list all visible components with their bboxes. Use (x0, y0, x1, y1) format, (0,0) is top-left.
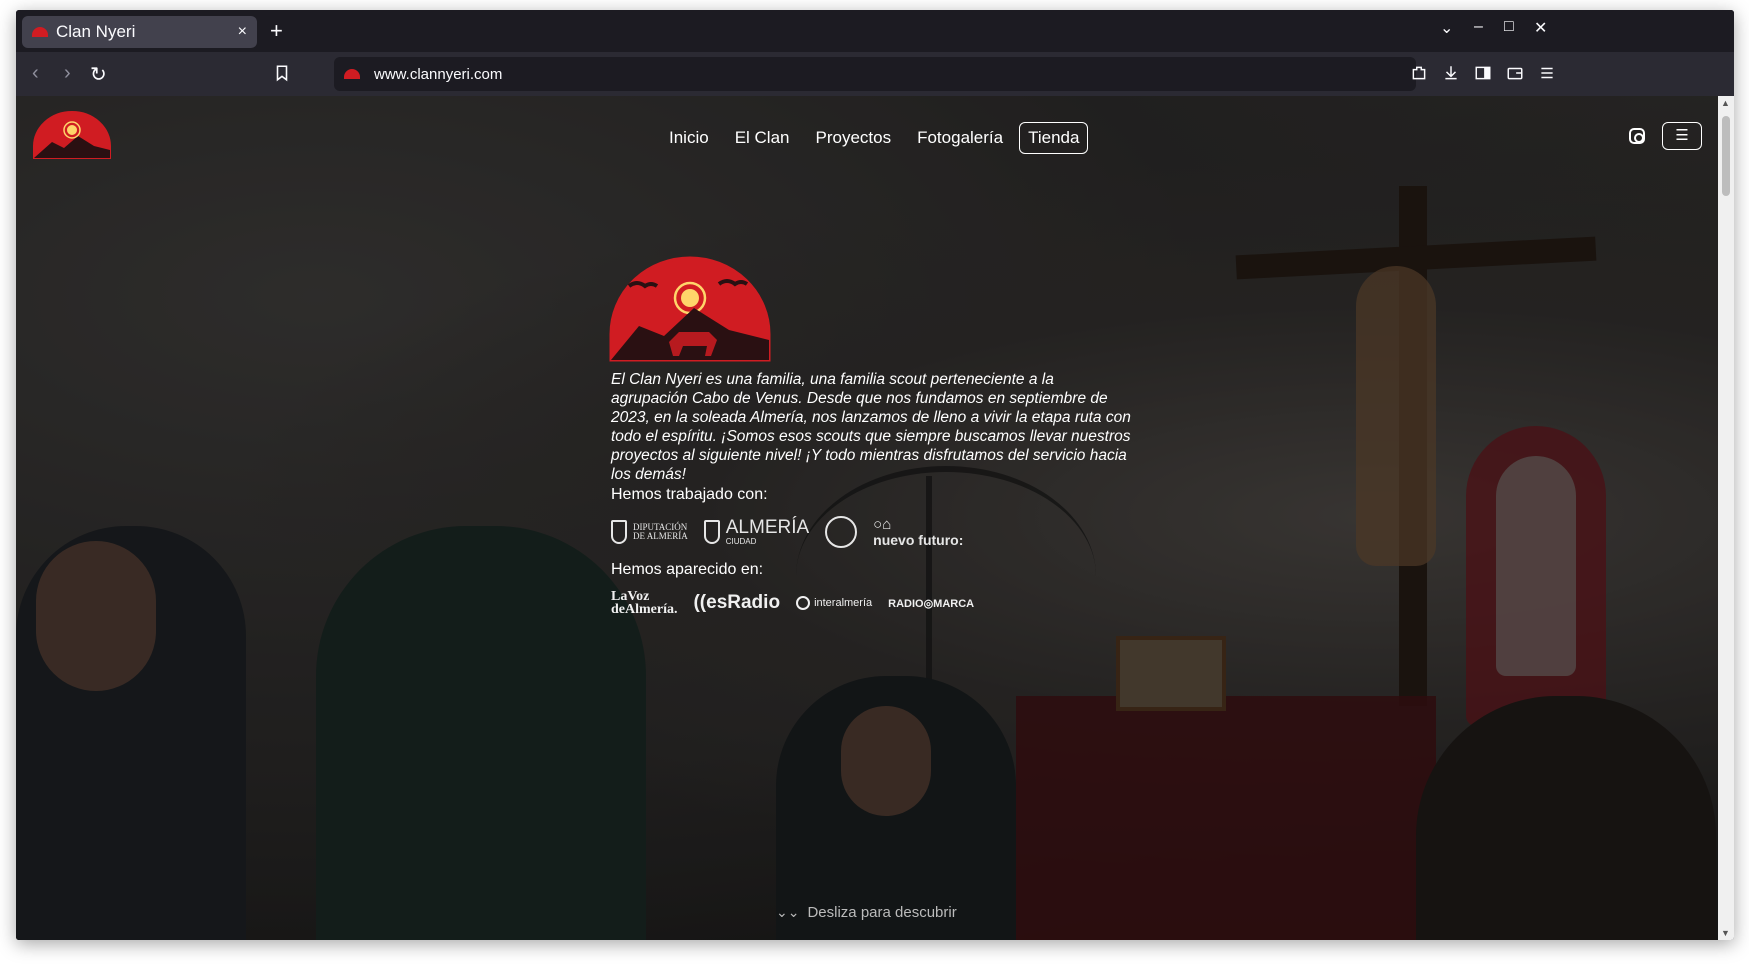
page-scrollbar[interactable]: ▲ ▼ (1718, 96, 1734, 940)
site-logo[interactable] (32, 110, 112, 160)
tab-list-icon[interactable]: ⌄ (1440, 18, 1453, 38)
minimize-button[interactable]: – (1474, 18, 1483, 36)
la-voz-de-almeria-logo: LaVoz deAlmería. (611, 589, 678, 617)
worked-with-label: Hemos trabajado con: (611, 486, 768, 503)
diputacion-almeria-logo: DIPUTACIÓN DE ALMERÍA (611, 520, 688, 544)
site-identity-icon (344, 69, 360, 79)
url-text: www.clannyeri.com (374, 65, 503, 83)
nav-toolbar: ‹ › ↻ www.clannyeri.com (16, 52, 1734, 96)
menu-item-inicio[interactable]: Inicio (669, 128, 709, 148)
media-logos: LaVoz deAlmería. ((esRadio interalmería … (611, 589, 990, 617)
nuevo-futuro-symbol-icon: ○⌂ (873, 515, 892, 533)
new-tab-button[interactable]: + (270, 18, 283, 44)
clan-badge-logo (609, 256, 771, 362)
scroll-up-icon[interactable]: ▲ (1721, 98, 1730, 108)
back-button[interactable]: ‹ (32, 62, 39, 85)
radio-marca-logo: RADIO◎MARCA (888, 597, 975, 610)
instagram-icon[interactable] (1629, 128, 1645, 144)
reload-button[interactable]: ↻ (90, 62, 107, 87)
wallet-icon[interactable] (1506, 64, 1524, 82)
tab-clan-nyeri[interactable]: Clan Nyeri × (22, 16, 257, 48)
forward-button[interactable]: › (64, 62, 71, 85)
main-menu: Inicio El Clan Proyectos Fotogalería Tie… (669, 122, 1089, 154)
menu-item-fotogaleria[interactable]: Fotogalería (917, 128, 1003, 148)
menu-item-el-clan[interactable]: El Clan (735, 128, 790, 148)
almeria-ciudad-logo: ALMERÍA CIUDAD (703, 518, 809, 546)
almeria-crest-icon (703, 520, 720, 544)
esradio-logo: ((esRadio (693, 592, 781, 613)
interalmeria-logo: interalmería (796, 596, 872, 610)
page-viewport: Inicio El Clan Proyectos Fotogalería Tie… (16, 96, 1718, 940)
scroll-hint[interactable]: ⌄⌄ Desliza para descubrir (776, 904, 957, 921)
url-bar[interactable]: www.clannyeri.com (334, 57, 1416, 91)
interalmeria-dot-icon (796, 596, 811, 610)
sidebar-icon[interactable] (1474, 64, 1492, 82)
scrollbar-thumb[interactable] (1722, 116, 1730, 196)
partner-logos: DIPUTACIÓN DE ALMERÍA ALMERÍA CIUDAD ○⌂ … (611, 516, 979, 548)
menu-item-tienda[interactable]: Tienda (1019, 122, 1089, 154)
downloads-icon[interactable] (1442, 64, 1460, 82)
partner-seal-logo (825, 516, 858, 548)
menu-toggle-button[interactable]: ☰ (1662, 122, 1702, 150)
double-chevron-down-icon: ⌄⌄ (776, 904, 800, 920)
app-menu-icon[interactable] (1538, 64, 1556, 82)
tab-title: Clan Nyeri (56, 22, 136, 41)
diputacion-crest-icon (611, 520, 627, 544)
browser-window: Clan Nyeri × + ⌄ – □ ✕ ‹ › ↻ www.clannye… (16, 10, 1734, 940)
scroll-down-icon[interactable]: ▼ (1721, 928, 1730, 938)
maximize-button[interactable]: □ (1504, 18, 1514, 36)
tab-strip: Clan Nyeri × + ⌄ – □ ✕ (16, 10, 1734, 52)
menu-item-proyectos[interactable]: Proyectos (816, 128, 892, 148)
appeared-in-label: Hemos aparecido en: (611, 561, 764, 578)
bookmark-icon[interactable] (273, 64, 291, 82)
extensions-icon[interactable] (1410, 64, 1428, 82)
tab-close-icon[interactable]: × (238, 23, 247, 41)
seal-icon (825, 516, 858, 548)
nuevo-futuro-logo: ○⌂ nuevo futuro: (873, 515, 964, 548)
clan-intro-text: El Clan Nyeri es una familia, una famili… (611, 371, 1131, 483)
site-favicon-icon (32, 27, 48, 37)
close-window-button[interactable]: ✕ (1534, 18, 1547, 38)
